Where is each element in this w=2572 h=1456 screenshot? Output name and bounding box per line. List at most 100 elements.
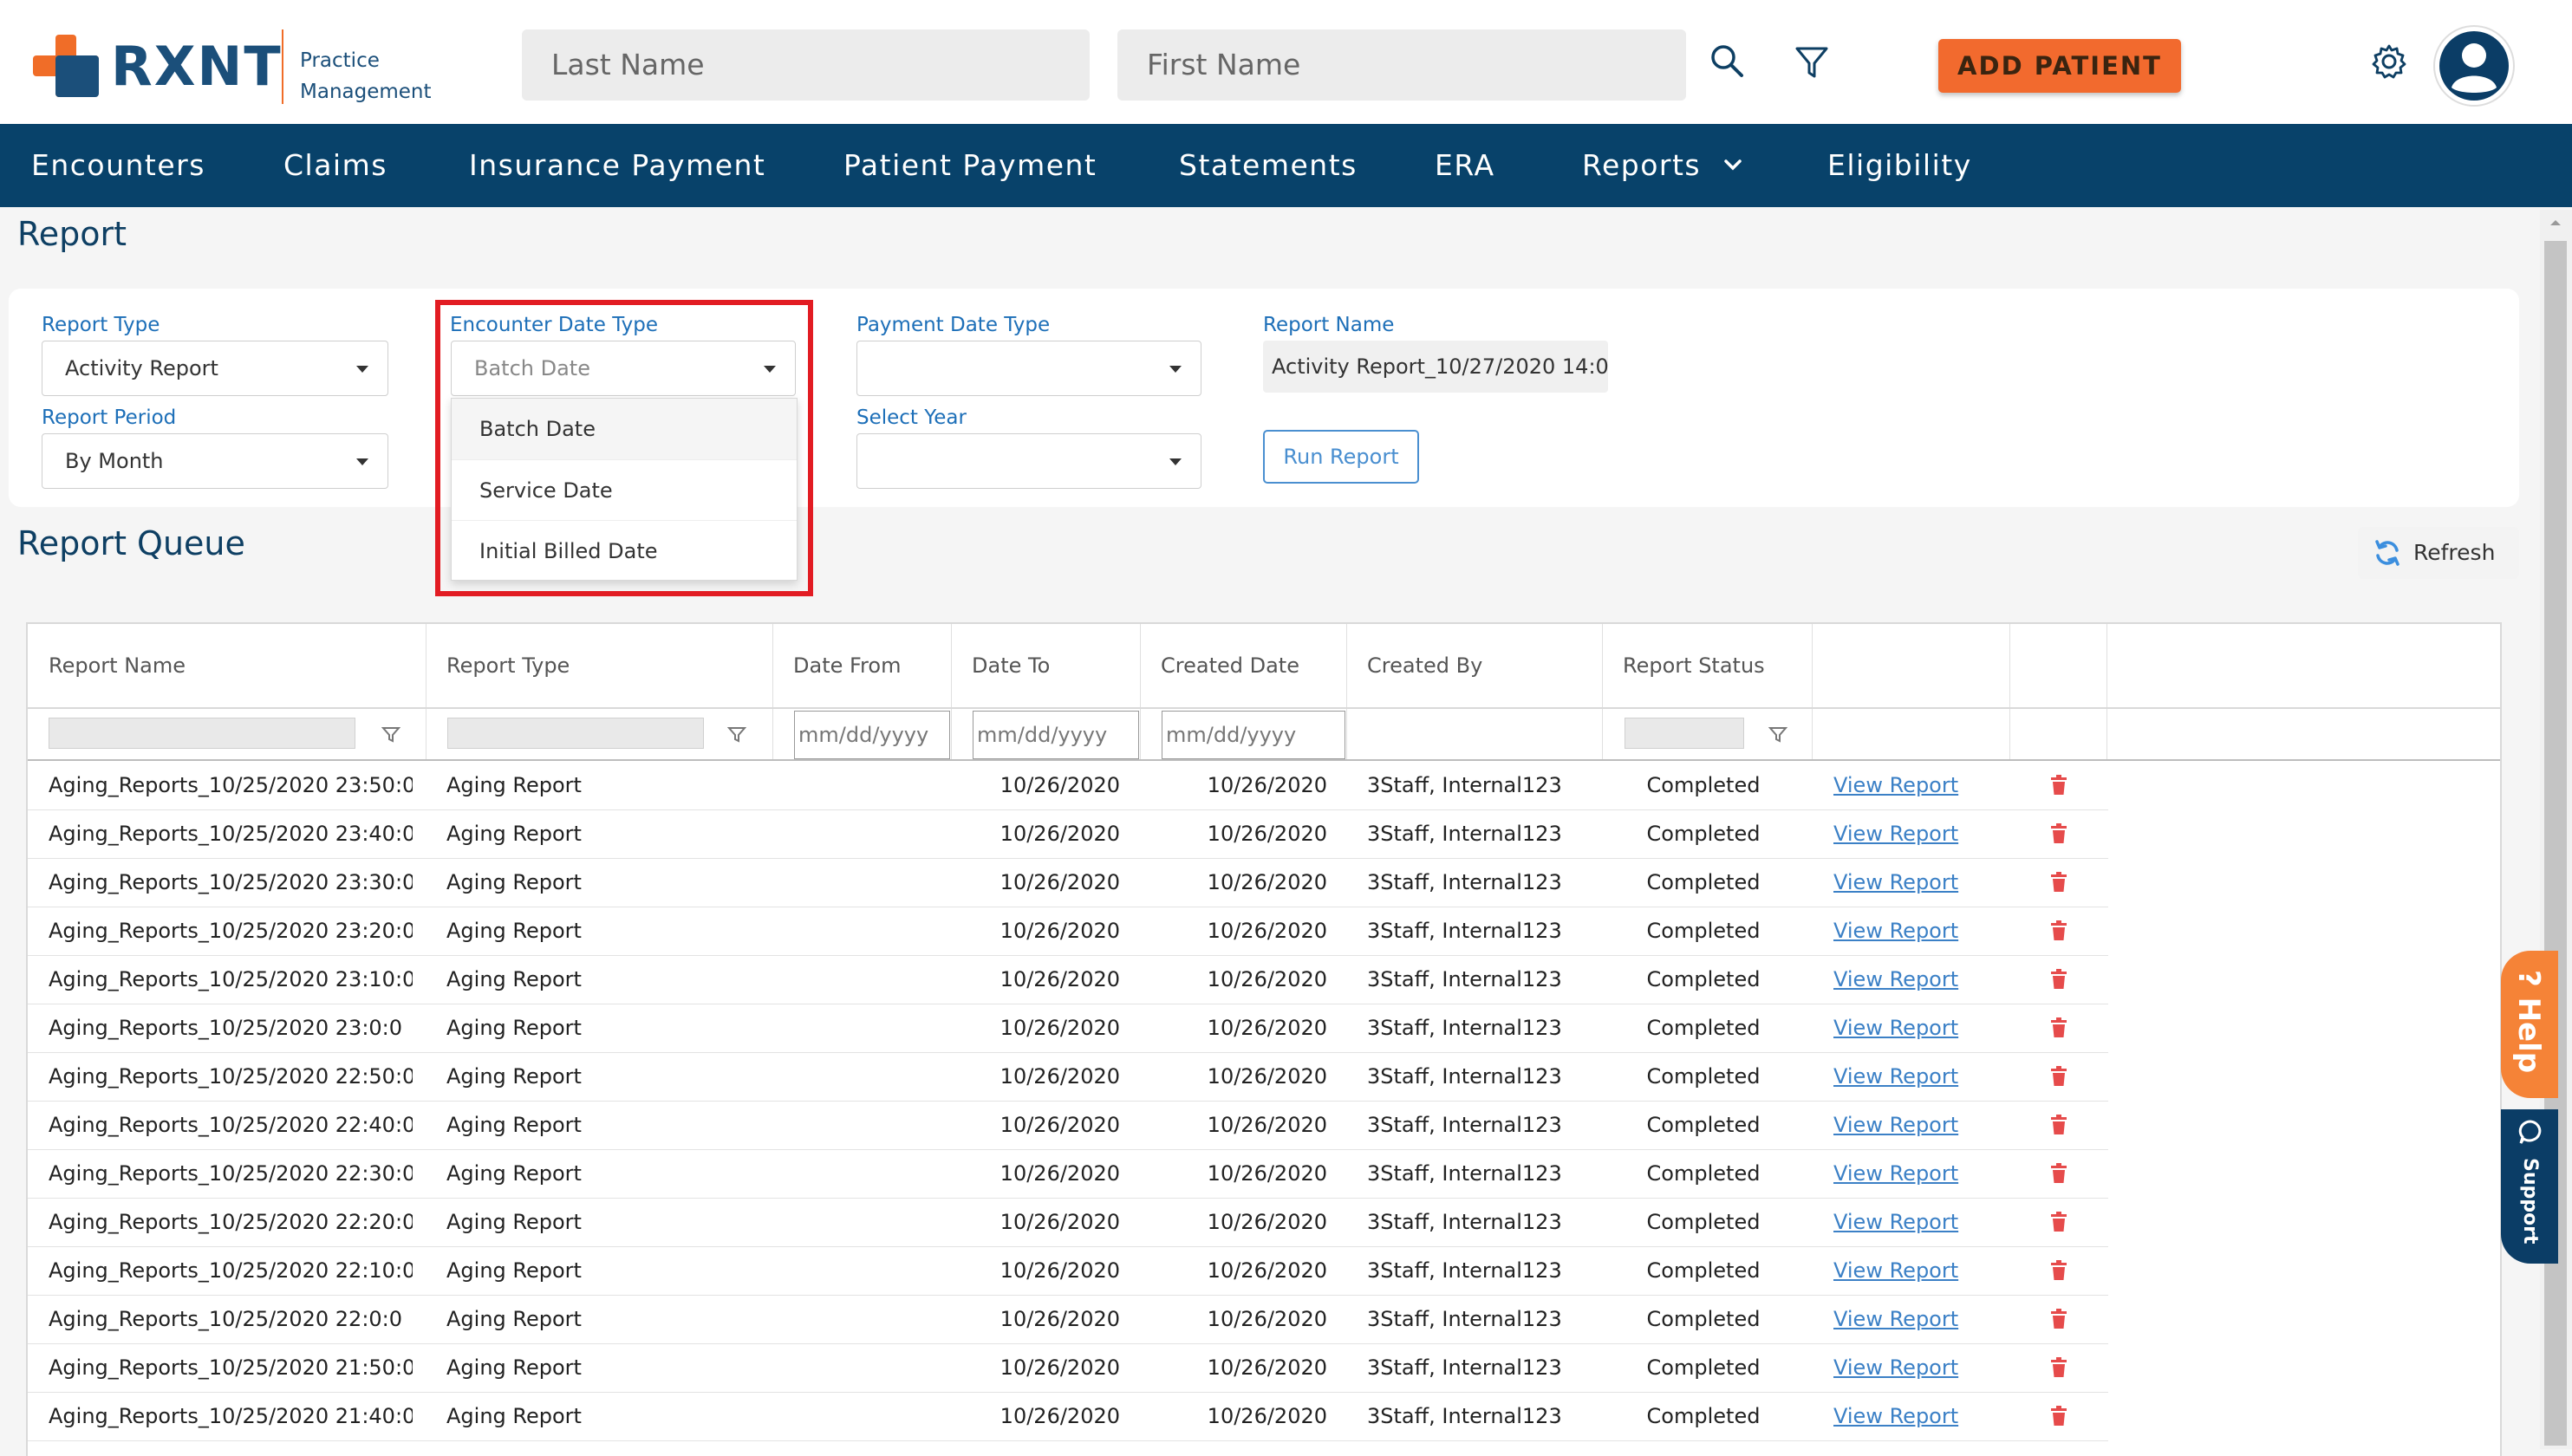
cell-created-date: 10/26/2020: [1207, 870, 1327, 894]
view-report-link[interactable]: View Report: [1833, 1343, 2007, 1392]
report-name-filter-input[interactable]: [49, 718, 355, 749]
cell-created-by: 3Staff, Internal123: [1367, 1355, 1562, 1380]
cell-date-from: [793, 1295, 941, 1343]
column-header-created-date[interactable]: Created Date: [1140, 624, 1299, 707]
view-report-link[interactable]: View Report: [1833, 1149, 2007, 1198]
trash-icon[interactable]: [2049, 823, 2068, 844]
support-tab[interactable]: Support: [2501, 1109, 2558, 1264]
cell-created-by: 3Staff, Internal123: [1367, 1404, 1562, 1428]
view-report-link[interactable]: View Report: [1833, 761, 2007, 809]
page-scrollbar-thumb[interactable]: [2544, 241, 2567, 1446]
report-name-input[interactable]: Activity Report_10/27/2020 14:07:: [1263, 341, 1608, 393]
add-patient-button[interactable]: ADD PATIENT: [1938, 39, 2181, 93]
created-date-filter-input[interactable]: mm/dd/yyyy: [1162, 711, 1345, 759]
trash-icon[interactable]: [2049, 1066, 2068, 1087]
help-tab[interactable]: ? Help: [2501, 951, 2558, 1098]
cell-created-date: 10/26/2020: [1207, 1016, 1327, 1040]
gear-icon[interactable]: [2371, 43, 2407, 80]
chevron-down-icon[interactable]: [1723, 159, 1742, 172]
report-period-select[interactable]: By Month: [42, 433, 388, 489]
trash-icon[interactable]: [2049, 775, 2068, 796]
cell-date-to: 10/26/2020: [999, 1210, 1120, 1234]
cell-report-status: Completed: [1646, 919, 1761, 943]
view-report-link[interactable]: View Report: [1833, 1004, 2007, 1052]
column-header-report-type[interactable]: Report Type: [426, 624, 570, 707]
trash-icon[interactable]: [2049, 1406, 2068, 1427]
cell-created-date: 10/26/2020: [1207, 1258, 1327, 1283]
nav-statements[interactable]: Statements: [1179, 124, 1358, 207]
cell-report-type: Aging Report: [446, 919, 582, 943]
search-icon[interactable]: [1709, 43, 1744, 78]
view-report-link[interactable]: View Report: [1833, 1198, 2007, 1246]
report-type-filter-input[interactable]: [447, 718, 704, 749]
nav-era[interactable]: ERA: [1435, 124, 1495, 207]
nav-patient-payment[interactable]: Patient Payment: [843, 124, 1097, 207]
view-report-link[interactable]: View Report: [1833, 1295, 2007, 1343]
nav-encounters[interactable]: Encounters: [31, 124, 205, 207]
cell-report-status: Completed: [1646, 1307, 1761, 1331]
trash-icon[interactable]: [2049, 1212, 2068, 1232]
cell-created-by: 3Staff, Internal123: [1367, 1161, 1562, 1186]
view-report-link[interactable]: View Report: [1833, 955, 2007, 1004]
cell-created-date: 10/26/2020: [1207, 1161, 1327, 1186]
cell-created-by: 3Staff, Internal123: [1367, 1016, 1562, 1040]
cell-report-name: Aging_Reports_10/25/2020 22:50:0: [49, 1064, 413, 1089]
trash-icon[interactable]: [2049, 920, 2068, 941]
view-report-link[interactable]: View Report: [1833, 907, 2007, 955]
cell-date-from: [793, 809, 941, 858]
filter-icon[interactable]: [1794, 45, 1829, 80]
select-year-select[interactable]: [856, 433, 1201, 489]
view-report-link[interactable]: View Report: [1833, 1246, 2007, 1295]
report-status-filter-input[interactable]: [1625, 718, 1744, 749]
view-report-link[interactable]: View Report: [1833, 1392, 2007, 1440]
cell-date-to: 10/26/2020: [999, 870, 1120, 894]
help-label: Help: [2511, 997, 2546, 1074]
trash-icon[interactable]: [2049, 1115, 2068, 1135]
last-name-input[interactable]: Last Name: [522, 29, 1090, 101]
column-header-report-name[interactable]: Report Name: [28, 624, 186, 707]
column-filter-icon[interactable]: [381, 726, 400, 744]
trash-icon[interactable]: [2049, 872, 2068, 893]
payment-date-type-select[interactable]: [856, 341, 1201, 396]
logo-divider: [282, 29, 283, 104]
trash-icon[interactable]: [2049, 1309, 2068, 1329]
report-period-label: Report Period: [42, 406, 177, 429]
trash-icon[interactable]: [2049, 1017, 2068, 1038]
column-header-report-status[interactable]: Report Status: [1602, 624, 1765, 707]
column-header-date-to[interactable]: Date To: [951, 624, 1050, 707]
logo-subtitle: Practice Management: [300, 45, 432, 107]
view-report-link[interactable]: View Report: [1833, 858, 2007, 907]
run-report-button[interactable]: Run Report: [1263, 430, 1419, 484]
trash-icon[interactable]: [2049, 1163, 2068, 1184]
first-name-input[interactable]: First Name: [1117, 29, 1686, 101]
trash-icon[interactable]: [2049, 969, 2068, 990]
date-to-filter-input[interactable]: mm/dd/yyyy: [973, 711, 1139, 759]
user-avatar[interactable]: [2433, 25, 2515, 107]
refresh-button[interactable]: Refresh: [2358, 527, 2519, 579]
nav-eligibility[interactable]: Eligibility: [1827, 124, 1972, 207]
trash-icon[interactable]: [2049, 1260, 2068, 1281]
nav-insurance-payment[interactable]: Insurance Payment: [469, 124, 765, 207]
view-report-link[interactable]: View Report: [1833, 1052, 2007, 1101]
column-filter-icon[interactable]: [1768, 726, 1787, 744]
table-row: Aging_Reports_10/25/2020 21:50:0 Aging Re…: [28, 1343, 2108, 1393]
view-report-link[interactable]: View Report: [1833, 809, 2007, 858]
nav-claims[interactable]: Claims: [283, 124, 387, 207]
column-header-created-by[interactable]: Created By: [1346, 624, 1482, 707]
cell-created-by: 3Staff, Internal123: [1367, 822, 1562, 846]
column-filter-icon[interactable]: [727, 726, 746, 744]
cell-report-status: Completed: [1646, 1113, 1761, 1137]
caret-down-icon: [1169, 458, 1182, 465]
column-header-date-from[interactable]: Date From: [772, 624, 901, 707]
select-year-label: Select Year: [856, 406, 967, 429]
nav-reports[interactable]: Reports: [1582, 124, 1701, 207]
cell-report-type: Aging Report: [446, 1210, 582, 1234]
trash-icon[interactable]: [2049, 1357, 2068, 1378]
table-row: Aging_Reports_10/25/2020 22:20:0 Aging Re…: [28, 1198, 2108, 1247]
report-type-select[interactable]: Activity Report: [42, 341, 388, 396]
cell-date-to: 10/26/2020: [999, 967, 1120, 991]
date-from-filter-input[interactable]: mm/dd/yyyy: [794, 711, 950, 759]
view-report-link[interactable]: View Report: [1833, 1101, 2007, 1149]
cell-report-type: Aging Report: [446, 822, 582, 846]
scroll-up-arrow-icon[interactable]: [2547, 217, 2564, 229]
